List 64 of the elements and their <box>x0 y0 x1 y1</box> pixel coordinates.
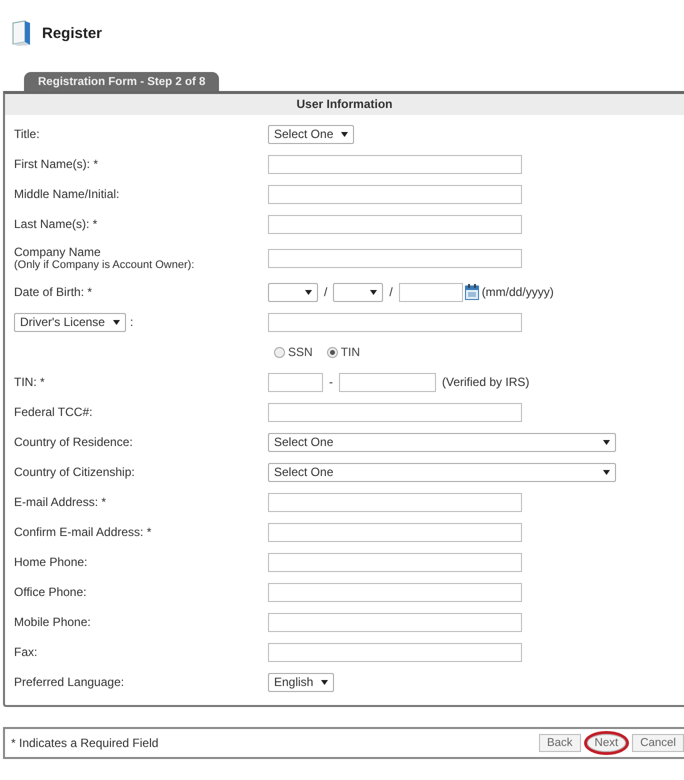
field-label-note: (Only if Company is Account Owner): <box>14 259 196 271</box>
date-separator: / <box>389 285 393 299</box>
year-field[interactable] <box>398 282 463 302</box>
day-dropdown[interactable] <box>333 282 384 302</box>
caret-icon <box>112 320 120 324</box>
input-field[interactable] <box>268 522 522 542</box>
caret-icon <box>321 680 328 684</box>
input-field[interactable] <box>268 642 522 662</box>
field-label: Home Phone: <box>14 555 88 569</box>
caret-icon <box>341 132 348 136</box>
input-field[interactable] <box>268 612 522 632</box>
nav-button[interactable]: Next <box>586 734 626 752</box>
radio-option[interactable]: SSN <box>274 345 313 359</box>
colon: : <box>130 315 134 329</box>
field-label: Confirm E-mail Address: * <box>14 525 152 539</box>
date-format-hint: (mm/dd/yyyy) <box>482 285 554 299</box>
field-label: Company Name <box>14 245 102 259</box>
field-label: Fax: <box>14 645 38 659</box>
field-label: Country of Residence: <box>14 435 134 449</box>
caret-icon <box>370 290 378 294</box>
field-label: TIN: * <box>14 375 46 389</box>
input-field[interactable] <box>268 248 522 268</box>
caret-icon <box>603 440 610 444</box>
page-title: Register <box>42 24 102 42</box>
input-field[interactable] <box>268 312 522 332</box>
input-field[interactable] <box>268 402 522 422</box>
nav-button[interactable]: Back <box>538 734 581 752</box>
field-label: Country of Citizenship: <box>14 465 136 479</box>
caret-icon <box>603 470 610 474</box>
verification-note: (Verified by IRS) <box>442 375 530 389</box>
required-note: * Indicates a Required Field <box>11 736 158 750</box>
input-field[interactable] <box>268 372 323 392</box>
form-tab[interactable]: Registration Form - Step 2 of 8 <box>24 72 220 91</box>
field-label: Preferred Language: <box>14 675 126 689</box>
field-label: E-mail Address: * <box>14 495 108 509</box>
input-field[interactable] <box>268 214 522 234</box>
dropdown[interactable]: Select One <box>268 432 616 452</box>
caret-icon <box>305 290 312 294</box>
input-field[interactable] <box>268 154 522 174</box>
month-dropdown[interactable] <box>268 282 318 302</box>
field-label: Date of Birth: * <box>14 285 94 299</box>
field-label: Office Phone: <box>14 585 88 599</box>
dropdown[interactable]: English <box>268 672 334 692</box>
nav-button[interactable]: Cancel <box>632 734 684 752</box>
field-label: Middle Name/Initial: <box>14 187 120 201</box>
input-field[interactable] <box>268 492 522 512</box>
field-label: Mobile Phone: <box>14 615 92 629</box>
field-label: Federal TCC#: <box>14 405 94 419</box>
input-field[interactable] <box>268 552 522 572</box>
section-header: User Information <box>5 94 684 115</box>
dash: - <box>329 375 333 389</box>
date-separator: / <box>324 285 328 299</box>
input-field[interactable] <box>268 184 522 204</box>
field-label: First Name(s): * <box>14 157 99 171</box>
input-field[interactable] <box>339 372 436 392</box>
dropdown[interactable]: Select One <box>268 124 354 144</box>
radio-option[interactable]: TIN <box>326 345 360 359</box>
field-label: Last Name(s): * <box>14 217 98 231</box>
input-field[interactable] <box>268 582 522 602</box>
dropdown[interactable]: Select One <box>268 462 616 482</box>
id-type-dropdown[interactable]: Driver's License <box>14 312 126 332</box>
calendar-icon[interactable] <box>464 284 479 300</box>
book-icon <box>10 20 32 46</box>
field-label: Title: <box>14 127 41 141</box>
